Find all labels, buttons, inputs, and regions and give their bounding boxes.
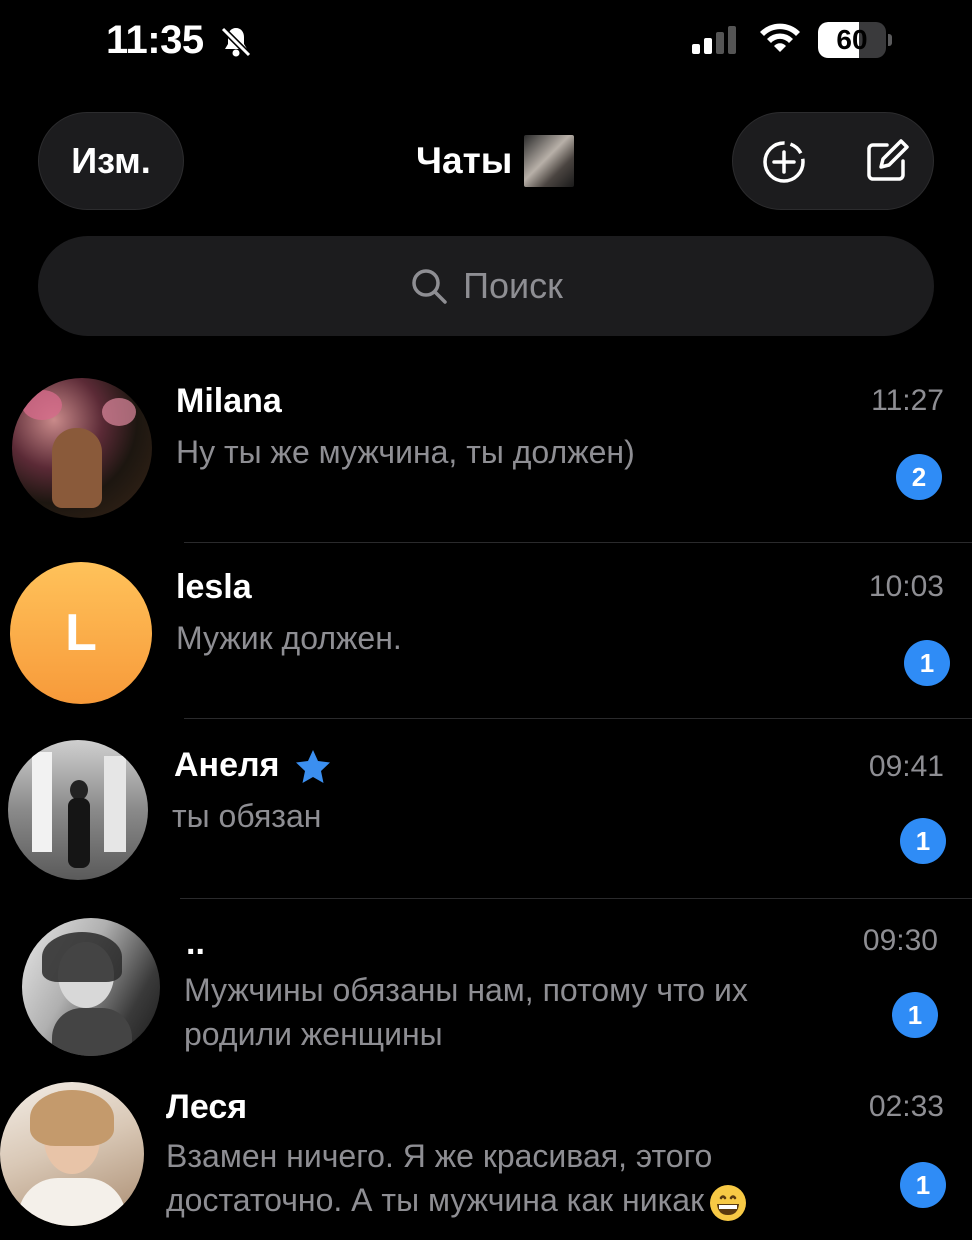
bell-slash-icon [219, 25, 253, 59]
status-time: 11:35 [106, 18, 204, 62]
battery-percent: 60 [836, 24, 868, 55]
page-title: Чаты [416, 140, 513, 181]
chat-row[interactable]: Анеля 09:41 ты обязан 1 [0, 736, 972, 899]
divider [180, 898, 972, 899]
story-thumbnail[interactable] [524, 135, 575, 187]
chat-name: Леся [166, 1088, 248, 1126]
avatar [8, 740, 148, 880]
chat-preview: Взамен ничего. Я же красивая, этого дост… [166, 1134, 856, 1223]
battery-icon: 60 [818, 22, 892, 58]
wifi-icon [760, 23, 800, 52]
avatar [0, 1082, 144, 1226]
unread-badge: 1 [900, 818, 946, 864]
chat-name: Анеля [174, 746, 333, 787]
chat-preview: Мужчины обязаны нам, потому что их родил… [184, 972, 748, 1052]
chat-time: 10:03 [868, 570, 944, 603]
chat-preview-text: Взамен ничего. Я же красивая, этого дост… [166, 1138, 713, 1218]
chat-name: lesla [176, 568, 252, 606]
chat-time: 09:30 [862, 924, 938, 957]
search-icon [412, 269, 447, 304]
chat-preview: Ну ты же мужчина, ты должен) [176, 434, 635, 470]
chats-screen: 11:35 60 Изм. Чаты Поиск Milana 11:27 Ну… [0, 0, 972, 1240]
chat-time: 09:41 [868, 750, 944, 783]
unread-badge: 2 [896, 454, 942, 500]
divider [184, 542, 972, 543]
grinning-face-icon [710, 1184, 747, 1221]
chat-row[interactable]: .. 09:30 Мужчины обязаны нам, потому что… [0, 912, 972, 1072]
chat-row[interactable]: Леся 02:33 Взамен ничего. Я же красивая,… [0, 1080, 972, 1240]
search-bar[interactable]: Поиск [38, 236, 934, 336]
chat-name: .. [186, 924, 205, 962]
chat-time: 11:27 [871, 384, 944, 417]
search-placeholder: Поиск [463, 265, 563, 306]
avatar-letter: L [65, 604, 97, 662]
add-circle-icon[interactable] [759, 137, 809, 187]
signal-icon [692, 26, 736, 54]
chat-row[interactable]: L lesla 10:03 Мужик должен. 1 [0, 556, 972, 719]
divider [184, 718, 972, 719]
compose-icon[interactable] [861, 137, 911, 187]
unread-badge: 1 [904, 640, 950, 686]
chat-name-text: Анеля [174, 746, 280, 784]
chat-time: 02:33 [868, 1090, 944, 1123]
chat-preview: Мужик должен. [176, 620, 402, 656]
avatar: L [10, 562, 152, 704]
header-actions [732, 112, 934, 210]
edit-button[interactable]: Изм. [38, 112, 184, 210]
chat-preview: ты обязан [172, 798, 322, 834]
title-area: Чаты [416, 134, 575, 188]
avatar [22, 918, 160, 1056]
unread-badge: 1 [900, 1162, 946, 1208]
avatar [12, 378, 152, 518]
chat-row[interactable]: Milana 11:27 Ну ты же мужчина, ты должен… [0, 370, 972, 543]
unread-badge: 1 [892, 992, 938, 1038]
chat-name: Milana [176, 382, 282, 420]
star-icon [296, 750, 331, 784]
